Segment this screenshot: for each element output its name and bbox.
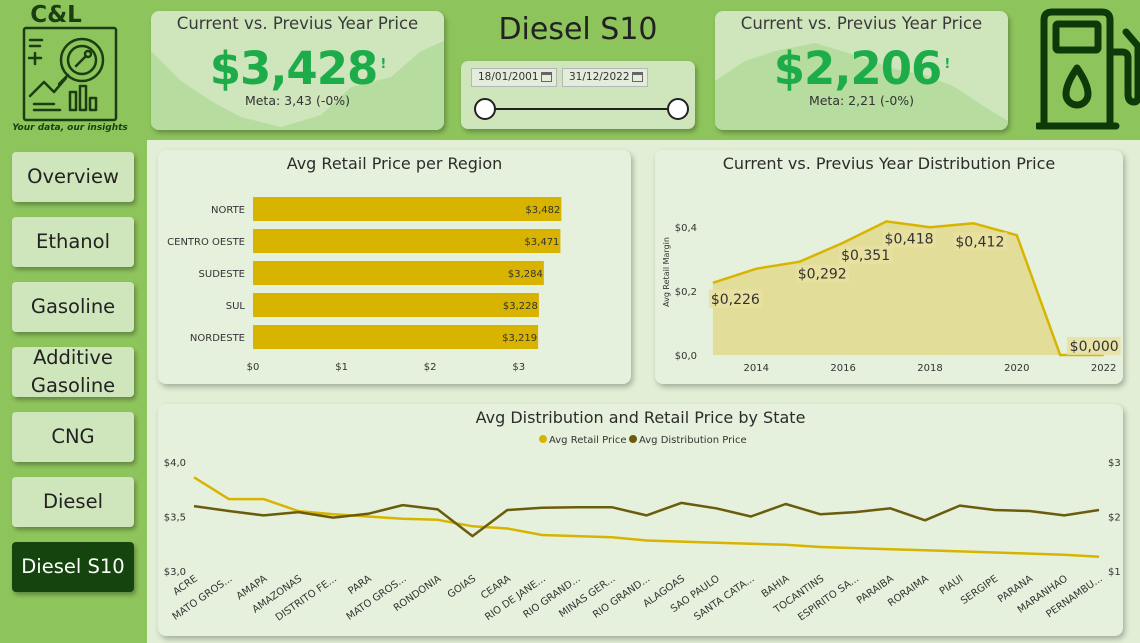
fuel-pump-icon <box>1036 8 1140 130</box>
kpi-indicator: ! <box>380 57 386 72</box>
bar-category-label: CENTRO OESTE <box>167 237 245 248</box>
calendar-icon <box>541 72 552 82</box>
bar <box>253 261 544 285</box>
chart-distribution-price-area: Current vs. Previus Year Distribution Pr… <box>655 150 1123 384</box>
nav-diesel[interactable]: Diesel <box>12 477 134 527</box>
legend-label: Avg Retail Price <box>549 435 627 446</box>
data-label: $0,292 <box>798 267 847 283</box>
x-tick-label: DISTRITO FE... <box>274 573 339 623</box>
date-slider-track[interactable] <box>485 108 679 110</box>
analytics-logo-icon <box>22 26 118 122</box>
legend-marker <box>629 435 637 443</box>
x-tick-label: PARA <box>346 573 373 597</box>
x-tick-label: GOIAS <box>446 573 478 600</box>
bar-category-label: SUDESTE <box>199 269 245 280</box>
end-date-field[interactable]: 31/12/2022 <box>562 68 648 87</box>
nav-diesel-s10[interactable]: Diesel S10 <box>12 542 134 592</box>
kpi-card-distribution-price: Current vs. Previus Year Price $2,206! M… <box>715 11 1008 130</box>
start-date-field[interactable]: 18/01/2001 <box>471 68 557 87</box>
bar <box>253 197 562 221</box>
kpi-title: Current vs. Previus Year Price <box>740 14 983 33</box>
y-tick-label: $0,0 <box>675 351 697 362</box>
y-axis-label: Avg Retail Margin <box>662 237 671 307</box>
page-title: Diesel S10 <box>498 12 658 47</box>
y-left-tick-label: $3,0 <box>164 567 186 578</box>
data-label: $0,351 <box>841 248 890 264</box>
series-line <box>193 501 1100 538</box>
chart-state-prices: Avg Distribution and Retail Price by Sta… <box>158 404 1123 636</box>
bar-data-label: $3,482 <box>525 205 560 216</box>
data-label: $0,418 <box>885 231 934 247</box>
x-tick-label: PIAUI <box>938 573 966 597</box>
nav-ethanol[interactable]: Ethanol <box>12 217 134 267</box>
logo: C&L Your data, our insights <box>10 2 130 137</box>
bar-category-label: NORDESTE <box>190 333 245 344</box>
x-tick-label: 2022 <box>1091 363 1116 374</box>
kpi-meta: Meta: 2,21 (-0%) <box>808 93 915 108</box>
bar-data-label: $3,228 <box>503 301 538 312</box>
y-right-tick-label: $3 <box>1108 458 1121 469</box>
bar <box>253 293 539 317</box>
x-tick-label: 2014 <box>744 363 769 374</box>
x-tick-label: 2020 <box>1004 363 1029 374</box>
bar-data-label: $3,471 <box>524 237 559 248</box>
legend-marker <box>539 435 547 443</box>
x-tick-label: $2 <box>424 362 437 373</box>
chart-region-retail-price: Avg Retail Price per Region NORTE $3,482 C… <box>158 150 631 384</box>
x-tick-label: MATO GROS... <box>171 573 235 622</box>
bar-category-label: SUL <box>226 301 246 312</box>
x-tick-label: SERGIPE <box>959 573 1000 606</box>
kpi-title: Current vs. Previus Year Price <box>176 14 419 33</box>
x-tick-label: 2016 <box>830 363 855 374</box>
nav-additive-gasoline[interactable]: Additive Gasoline <box>12 346 134 397</box>
kpi-indicator: ! <box>944 57 950 72</box>
sidebar-nav: Overview Ethanol Gasoline Additive Gasol… <box>0 140 147 643</box>
legend-label: Avg Distribution Price <box>639 435 747 446</box>
data-label: $0,226 <box>711 292 760 308</box>
y-left-tick-label: $4,0 <box>164 458 186 469</box>
kpi-value: $3,428! <box>209 42 387 95</box>
x-tick-label: RIO DE JANE... <box>483 573 548 623</box>
x-tick-label: 2018 <box>917 363 942 374</box>
y-tick-label: $0,2 <box>675 287 697 298</box>
nav-gasoline[interactable]: Gasoline <box>12 282 134 332</box>
x-tick-label: $0 <box>247 362 260 373</box>
y-right-tick-label: $1 <box>1108 567 1121 578</box>
area-chart: $0,226 $0,292 $0,351$0,418 $0,412 $0,000 2014… <box>662 220 1121 374</box>
kpi-meta: Meta: 3,43 (-0%) <box>244 93 351 108</box>
kpi-card-retail-price: Current vs. Previus Year Price $3,428! M… <box>151 11 444 130</box>
x-tick-label: SANTA CATA... <box>692 573 756 623</box>
y-right-tick-label: $2 <box>1108 513 1121 524</box>
x-tick-label: ESPIRITO SA... <box>796 573 861 623</box>
calendar-icon <box>632 72 643 82</box>
logo-tagline: Your data, our insights <box>12 123 128 133</box>
line-chart: Avg Retail Price Avg Distribution Price $3… <box>164 435 1121 624</box>
data-label: $0,412 <box>955 234 1004 250</box>
x-tick-label: $1 <box>335 362 348 373</box>
y-tick-label: $0,4 <box>675 223 697 234</box>
date-slider-start-handle[interactable] <box>474 98 496 120</box>
bar-data-label: $3,219 <box>502 333 537 344</box>
bar-chart: NORTE $3,482 CENTRO OESTE $3,471 SUDESTE $3,2… <box>167 197 562 373</box>
date-slider-end-handle[interactable] <box>667 98 689 120</box>
bar-category-label: NORTE <box>211 205 245 216</box>
bar <box>253 229 561 253</box>
header: C&L Your data, our insights Current vs. … <box>0 0 1140 140</box>
bar <box>253 325 539 349</box>
bar-data-label: $3,284 <box>508 269 543 280</box>
x-tick-label: MATO GROS... <box>345 573 409 622</box>
date-range-slicer: 18/01/2001 31/12/2022 <box>461 61 695 129</box>
main-content: Avg Retail Price per Region NORTE $3,482 C… <box>147 140 1140 643</box>
data-label: $0,000 <box>1070 339 1119 355</box>
kpi-value: $2,206! <box>773 42 951 95</box>
x-tick-label: $3 <box>512 362 525 373</box>
nav-cng[interactable]: CNG <box>12 412 134 462</box>
nav-overview[interactable]: Overview <box>12 152 134 202</box>
y-left-tick-label: $3,5 <box>164 513 186 524</box>
